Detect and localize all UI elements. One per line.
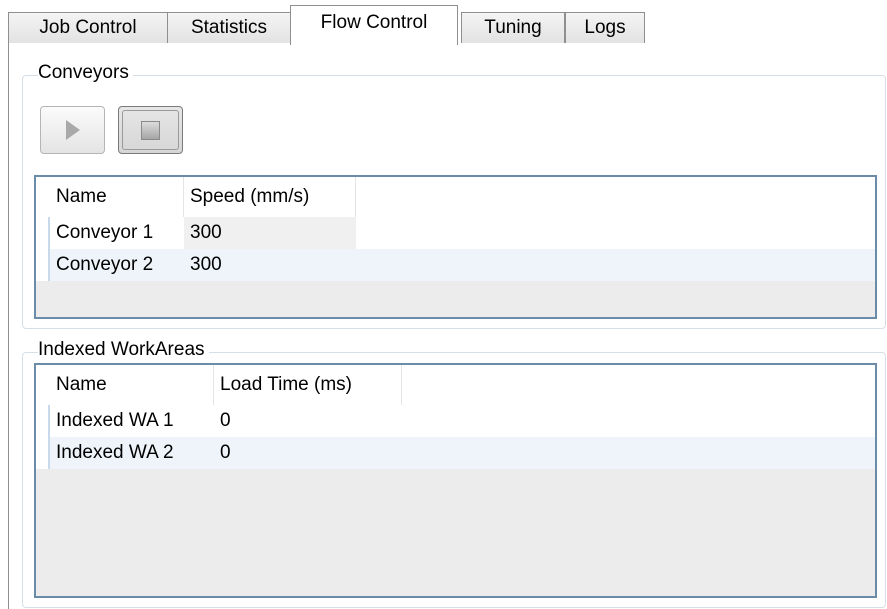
tab-label: Statistics xyxy=(190,17,268,38)
indexed-workareas-group-label: Indexed WorkAreas xyxy=(38,339,209,361)
cell-load-time[interactable]: 0 xyxy=(214,437,402,469)
cell-name[interactable]: Conveyor 2 xyxy=(50,249,184,281)
column-header-speed[interactable]: Speed (mm/s) xyxy=(184,177,356,217)
row-selector[interactable] xyxy=(36,249,50,281)
tab-strip: Job Control Statistics Flow Control Tuni… xyxy=(0,0,887,45)
table-row[interactable]: Indexed WA 1 0 xyxy=(36,405,875,437)
tab-label: Job Control xyxy=(39,17,137,38)
cell-name[interactable]: Indexed WA 1 xyxy=(50,405,214,437)
row-selector[interactable] xyxy=(36,405,50,437)
tab-flow-control[interactable]: Flow Control xyxy=(290,5,458,45)
tab-job-control[interactable]: Job Control xyxy=(8,12,168,44)
indexed-workareas-grid[interactable]: Name Load Time (ms) Indexed WA 1 0 Index… xyxy=(34,363,877,598)
start-conveyors-button[interactable] xyxy=(40,106,105,154)
workareas-grid-header: Name Load Time (ms) xyxy=(36,365,875,405)
column-header-load-time[interactable]: Load Time (ms) xyxy=(214,365,402,405)
tab-label: Tuning xyxy=(484,17,542,38)
row-selector[interactable] xyxy=(36,437,50,469)
cell-load-time[interactable]: 0 xyxy=(214,405,402,437)
table-row[interactable]: Indexed WA 2 0 xyxy=(36,437,875,469)
table-row[interactable]: Conveyor 1 300 xyxy=(36,217,875,249)
tab-statistics[interactable]: Statistics xyxy=(167,12,291,44)
column-header-name[interactable]: Name xyxy=(50,177,184,217)
tab-label: Flow Control xyxy=(320,12,428,33)
conveyors-grid-header: Name Speed (mm/s) xyxy=(36,177,875,217)
row-selector[interactable] xyxy=(36,217,50,249)
stop-icon xyxy=(141,120,160,140)
cell-speed[interactable]: 300 xyxy=(184,249,356,281)
stop-conveyors-button[interactable] xyxy=(118,106,183,154)
cell-name[interactable]: Indexed WA 2 xyxy=(50,437,214,469)
tab-label: Logs xyxy=(584,17,626,38)
conveyors-group-label: Conveyors xyxy=(38,62,133,84)
cell-name[interactable]: Conveyor 1 xyxy=(50,217,184,249)
tab-tuning[interactable]: Tuning xyxy=(461,12,565,44)
column-header-name[interactable]: Name xyxy=(50,365,214,405)
tab-logs[interactable]: Logs xyxy=(565,12,645,44)
play-icon xyxy=(65,120,80,140)
cell-speed[interactable]: 300 xyxy=(184,217,356,249)
conveyors-grid[interactable]: Name Speed (mm/s) Conveyor 1 300 Conveyo… xyxy=(34,175,877,319)
table-row[interactable]: Conveyor 2 300 xyxy=(36,249,875,281)
